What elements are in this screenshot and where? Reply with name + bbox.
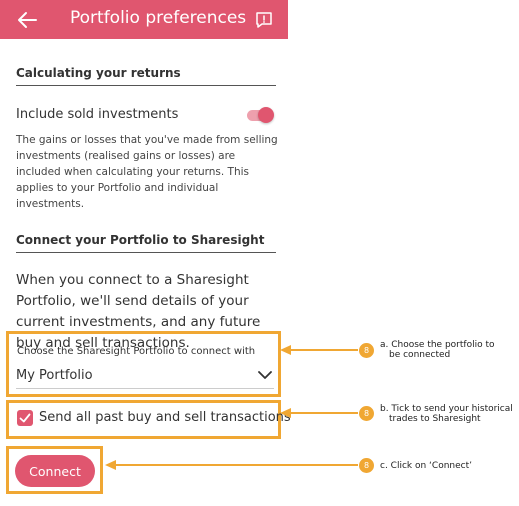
divider [16,252,276,253]
check-icon [19,413,31,423]
annotation-arrow-c [105,460,358,470]
portfolio-select-label: Choose the Sharesight Portfolio to conne… [17,346,256,357]
toggle-knob[interactable] [258,107,274,123]
page-title: Portfolio preferences [70,8,247,28]
annotation-text-c: c. Click on ‘Connect’ [380,461,472,471]
send-past-transactions-label: Send all past buy and sell transactions [39,410,291,425]
include-sold-label: Include sold investments [16,107,179,122]
portfolio-select[interactable]: My Portfolio [16,365,274,389]
chevron-down-icon [258,371,272,379]
step-badge-a: 8 [359,343,374,358]
annotation-text-b-line2: trades to Sharesight [389,414,481,424]
feedback-icon[interactable] [254,10,274,30]
connect-section-title: Connect your Portfolio to Sharesight [16,233,265,247]
send-past-transactions-checkbox[interactable] [17,410,33,426]
returns-section-title: Calculating your returns [16,66,181,80]
annotation-text-b: b. Tick to send your historical trades t… [380,404,513,424]
annotation-arrow-b [280,408,358,418]
portfolio-select-value: My Portfolio [16,368,93,383]
step-badge-c: 8 [359,458,374,473]
annotation-text-a: a. Choose the portfolio to be connected [380,340,494,360]
step-badge-b: 8 [359,406,374,421]
divider [16,85,276,86]
app-header: Portfolio preferences [0,0,288,39]
arrow-left-icon[interactable] [16,10,38,30]
connect-button[interactable]: Connect [15,455,95,487]
annotation-text-a-line1: a. Choose the portfolio to [380,340,495,350]
returns-description: The gains or losses that you've made fro… [16,134,278,210]
annotation-text-a-line2: be connected [389,350,451,360]
annotation-text-b-line1: b. Tick to send your historical [380,404,513,414]
annotation-arrow-a [280,345,358,355]
